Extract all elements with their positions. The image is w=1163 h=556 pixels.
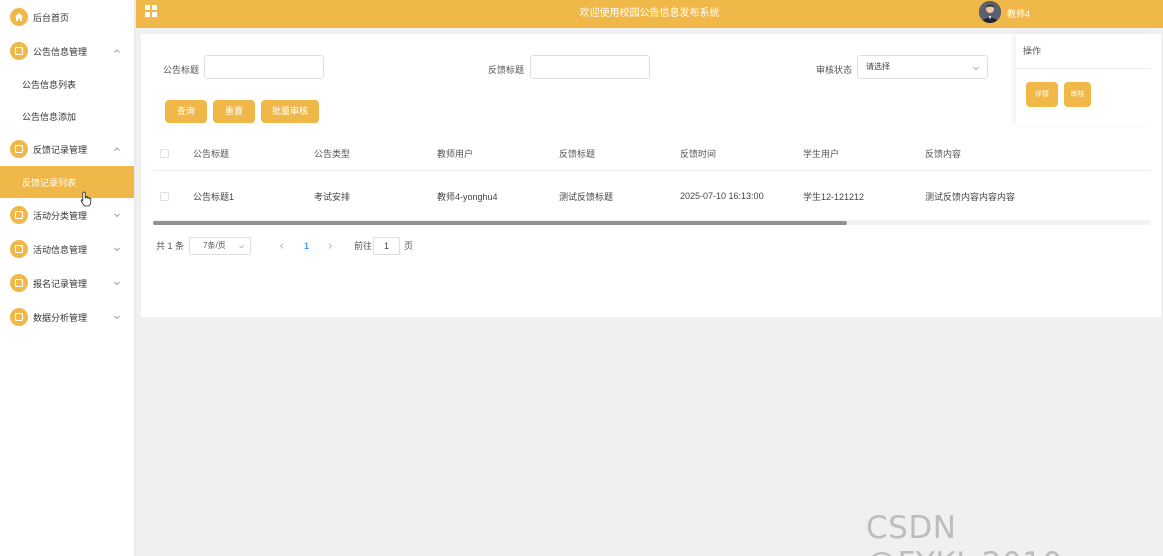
home-icon <box>10 8 28 26</box>
sidebar-item-label: 公告信息列表 <box>22 79 77 90</box>
column-header: 公告标题 <box>193 149 230 159</box>
menu-icon <box>10 206 28 224</box>
hand-pointer-icon <box>80 191 92 207</box>
feedback-title-label: 反馈标题 <box>488 65 525 75</box>
chevron-up-icon <box>114 49 120 53</box>
menu-icon <box>10 274 28 292</box>
page-suffix: 页 <box>404 241 414 251</box>
operation-column: 操作 详情 审核 <box>1016 34 1151 124</box>
sidebar-item-feedback-list[interactable]: 反馈记录列表 <box>0 166 134 198</box>
avatar[interactable] <box>979 1 1001 23</box>
batch-audit-button[interactable]: 批量审核 <box>261 100 319 123</box>
menu-icon <box>10 308 28 326</box>
scrollbar-thumb[interactable] <box>153 221 847 225</box>
audit-status-label: 审核状态 <box>816 65 853 75</box>
column-header: 公告类型 <box>314 149 351 159</box>
feedback-title-input[interactable] <box>530 55 650 79</box>
sidebar-item-signup[interactable]: 报名记录管理 <box>0 266 134 300</box>
chevron-down-icon <box>114 247 120 252</box>
page-size-value: 7条/页 <box>203 241 226 250</box>
sidebar: 后台首页 公告信息管理 公告信息列表 公告信息添加 反馈记录管理 反馈记录列表 … <box>0 0 135 556</box>
total-count: 共 1 条 <box>156 241 185 251</box>
sidebar-item-label: 反馈记录管理 <box>33 144 88 155</box>
table-cell: 2025-07-10 16:13:00 <box>680 191 764 201</box>
sidebar-item-label: 报名记录管理 <box>33 278 88 289</box>
next-page-icon[interactable] <box>326 242 334 250</box>
menu-icon <box>10 42 28 60</box>
page-size-select[interactable]: 7条/页 <box>189 237 251 255</box>
menu-icon <box>10 140 28 158</box>
sidebar-item-home[interactable]: 后台首页 <box>0 0 134 34</box>
column-header: 学生用户 <box>803 149 840 159</box>
chevron-down-icon <box>114 281 120 286</box>
notice-title-label: 公告标题 <box>163 65 200 75</box>
table-cell: 测试反馈标题 <box>559 191 614 202</box>
audit-status-select[interactable]: 请选择 <box>857 55 988 79</box>
column-header: 教师用户 <box>437 149 474 159</box>
query-button[interactable]: 查询 <box>165 100 207 123</box>
sidebar-item-label: 公告信息添加 <box>22 111 77 122</box>
divider <box>1016 68 1151 69</box>
prev-page-icon[interactable] <box>278 242 286 250</box>
sidebar-item-notice-add[interactable]: 公告信息添加 <box>0 100 134 132</box>
table-cell: 学生12-121212 <box>803 191 865 202</box>
main-panel: 公告标题 反馈标题 审核状态 请选择 查询 重置 批量审核 公告标题 公告类型 … <box>141 34 1161 317</box>
sidebar-item-stats[interactable]: 数据分析管理 <box>0 300 134 334</box>
sidebar-item-label: 数据分析管理 <box>33 312 88 323</box>
chevron-down-icon <box>973 66 979 71</box>
chevron-down-icon <box>114 213 120 218</box>
sidebar-item-notice-mgmt[interactable]: 公告信息管理 <box>0 34 134 68</box>
chevron-down-icon <box>239 245 244 249</box>
table-row[interactable]: 公告标题1 考试安排 教师4-yonghu4 测试反馈标题 2025-07-10… <box>153 172 1151 220</box>
sidebar-item-label: 反馈记录列表 <box>22 177 77 188</box>
table-cell: 考试安排 <box>314 191 351 202</box>
sidebar-item-activity-category[interactable]: 活动分类管理 <box>0 198 134 232</box>
chevron-down-icon <box>114 315 120 320</box>
pagination: 共 1 条 7条/页 1 前往 1 页 <box>156 237 456 255</box>
operation-header: 操作 <box>1023 46 1042 56</box>
username[interactable]: 教师4 <box>1007 0 1030 28</box>
sidebar-item-label: 公告信息管理 <box>33 46 88 57</box>
sidebar-item-label: 后台首页 <box>33 12 70 23</box>
sidebar-item-label: 活动分类管理 <box>33 210 88 221</box>
audit-button[interactable]: 审核 <box>1064 82 1091 107</box>
detail-button[interactable]: 详情 <box>1026 82 1058 107</box>
sidebar-item-feedback-mgmt[interactable]: 反馈记录管理 <box>0 132 134 166</box>
column-header: 反馈内容 <box>925 149 962 159</box>
sidebar-item-activity-info[interactable]: 活动信息管理 <box>0 232 134 266</box>
reset-button[interactable]: 重置 <box>213 100 255 123</box>
table-cell: 公告标题1 <box>193 191 235 202</box>
goto-page-input[interactable]: 1 <box>373 237 400 255</box>
column-header: 反馈时间 <box>680 149 717 159</box>
top-header: 欢迎使用校园公告信息发布系统 教师4 <box>136 0 1163 28</box>
sidebar-item-label: 活动信息管理 <box>33 244 88 255</box>
menu-icon <box>10 240 28 258</box>
sidebar-item-notice-list[interactable]: 公告信息列表 <box>0 68 134 100</box>
chevron-up-icon <box>114 147 120 151</box>
goto-label: 前往 <box>354 241 373 251</box>
table-cell: 教师4-yonghu4 <box>437 191 498 202</box>
column-header: 反馈标题 <box>559 149 596 159</box>
row-checkbox[interactable] <box>160 191 169 201</box>
table-header: 公告标题 公告类型 教师用户 反馈标题 反馈时间 学生用户 反馈内容 <box>153 137 1151 171</box>
select-all-checkbox[interactable] <box>160 149 169 158</box>
notice-title-input[interactable] <box>204 55 324 79</box>
current-page[interactable]: 1 <box>304 237 309 255</box>
audit-status-placeholder: 请选择 <box>866 62 890 71</box>
watermark: CSDN @FYKJ_2010 <box>866 510 1062 556</box>
table-cell: 测试反馈内容内容内容 <box>925 191 1016 202</box>
